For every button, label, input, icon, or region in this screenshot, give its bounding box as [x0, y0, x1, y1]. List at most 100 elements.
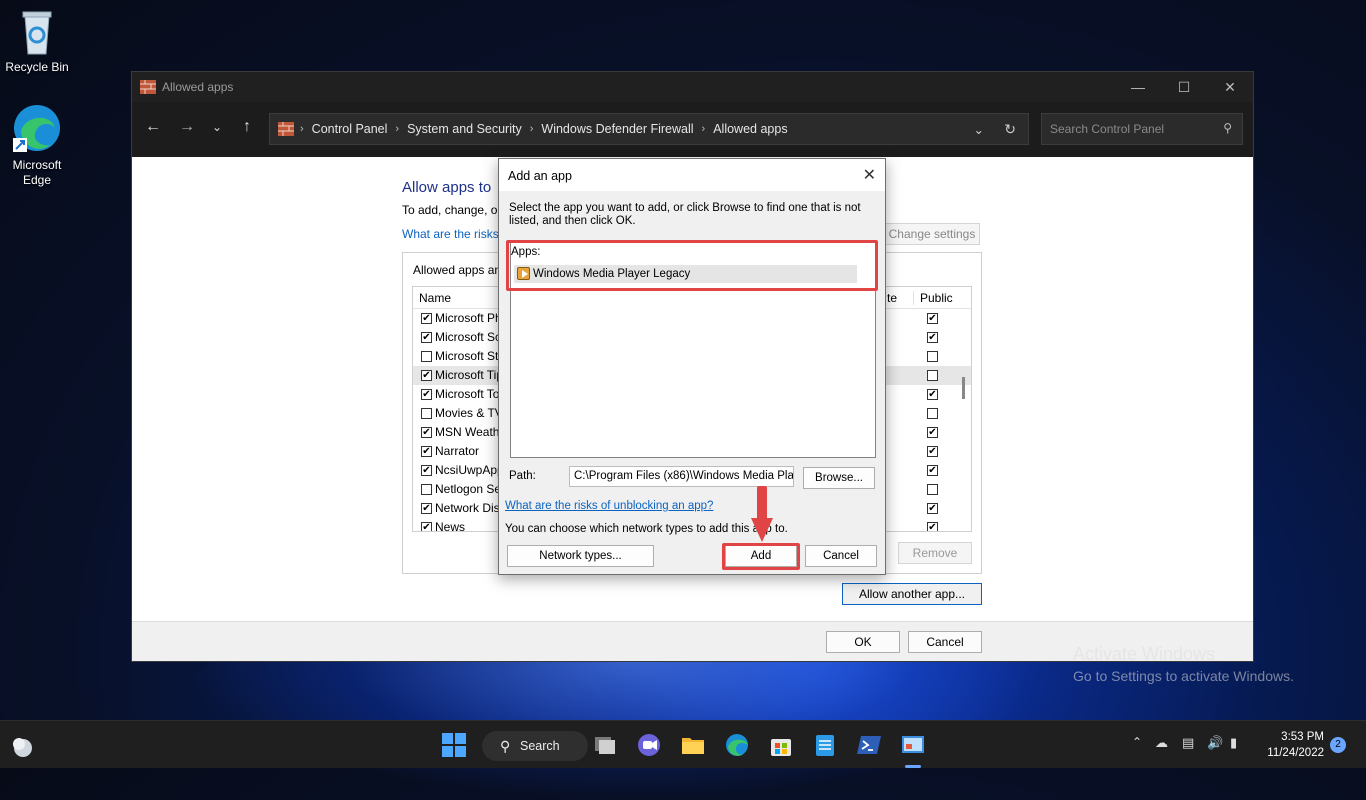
dialog-description: Select the app you want to add, or click… [509, 202, 861, 227]
recent-locations-chevron-icon[interactable]: ⌄ [206, 120, 228, 134]
browse-button[interactable]: Browse... [803, 467, 875, 489]
app-enabled-checkbox[interactable]: ✔ [421, 332, 432, 343]
page-title: Allow apps to [402, 179, 492, 196]
cancel-button[interactable]: Cancel [908, 631, 982, 653]
public-checkbox[interactable]: ✔ [927, 427, 938, 438]
battery-icon[interactable]: ▮ [1230, 735, 1237, 751]
path-field[interactable]: C:\Program Files (x86)\Windows Media Pla… [569, 466, 794, 487]
recycle-bin-shortcut[interactable]: Recycle Bin [0, 8, 74, 75]
app-enabled-checkbox[interactable]: ✔ [421, 313, 432, 324]
back-arrow-icon[interactable]: ← [142, 118, 164, 136]
app-row-name: Microsoft Sc [435, 330, 502, 344]
network-display-icon[interactable]: ▤ [1182, 735, 1194, 751]
store-icon[interactable] [768, 732, 794, 758]
public-checkbox[interactable]: ✔ [927, 389, 938, 400]
activation-watermark-title: Activate Windows [1073, 644, 1216, 664]
breadcrumb-allowed-apps[interactable]: Allowed apps [713, 122, 787, 136]
app-row-name: Microsoft Tip [435, 368, 504, 382]
onedrive-cloud-icon[interactable]: ☁ [1155, 735, 1168, 751]
app-enabled-checkbox[interactable]: ✔ [421, 522, 432, 531]
column-public[interactable]: Public [913, 291, 953, 305]
app-row-name: Netlogon Se [435, 482, 502, 496]
taskbar-search-label: Search [520, 739, 560, 753]
app-row-name: Narrator [435, 444, 480, 458]
tray-overflow-chevron-icon[interactable]: ⌃ [1132, 735, 1142, 749]
app-enabled-checkbox[interactable] [421, 484, 432, 495]
unblock-risks-link[interactable]: What are the risks of unblocking an app? [505, 500, 713, 512]
app-enabled-checkbox[interactable]: ✔ [421, 503, 432, 514]
start-windows-icon[interactable] [441, 732, 467, 758]
breadcrumb-control-panel[interactable]: Control Panel [312, 122, 388, 136]
app-row-name: Microsoft Ph [435, 311, 502, 325]
recycle-bin-icon [22, 11, 52, 55]
refresh-icon[interactable]: ↻ [1004, 121, 1016, 138]
notepad-icon[interactable] [812, 732, 838, 758]
app-row-name: NcsiUwpApp [435, 463, 504, 477]
taskbar-search[interactable]: ⚲ Search [482, 731, 588, 761]
remove-button[interactable]: Remove [898, 542, 972, 564]
powershell-icon[interactable] [856, 732, 882, 758]
edge-icon [13, 105, 60, 152]
close-button[interactable]: ✕ [1207, 79, 1253, 96]
app-enabled-checkbox[interactable]: ✔ [421, 389, 432, 400]
address-dropdown-icon[interactable]: ⌄ [974, 122, 984, 137]
edge-taskbar-icon[interactable] [724, 732, 750, 758]
weather-icon[interactable] [10, 733, 36, 759]
control-panel-taskbar-icon[interactable] [900, 732, 926, 758]
dialog-cancel-button[interactable]: Cancel [805, 545, 877, 567]
file-explorer-icon[interactable] [680, 732, 706, 758]
app-enabled-checkbox[interactable]: ✔ [421, 370, 432, 381]
change-settings-button[interactable]: Change settings [884, 223, 980, 245]
forward-arrow-icon[interactable]: → [176, 118, 198, 136]
address-bar[interactable]: › Control Panel › System and Security › … [269, 113, 1029, 145]
public-checkbox[interactable]: ✔ [927, 465, 938, 476]
dialog-close-icon[interactable]: ✕ [863, 165, 876, 185]
activation-watermark-note: Go to Settings to activate Windows. [1073, 668, 1294, 684]
public-checkbox[interactable]: ✔ [927, 313, 938, 324]
dialog-titlebar[interactable]: Add an app ✕ [499, 159, 885, 191]
up-arrow-icon[interactable]: ↑ [236, 118, 258, 136]
dialog-title: Add an app [508, 169, 572, 183]
taskbar: ⚲ Search ⌃ ☁ ▤ 🔊 ▮ 3:53 PM 11/24/2022 2 [0, 720, 1366, 768]
app-enabled-checkbox[interactable]: ✔ [421, 465, 432, 476]
public-checkbox[interactable] [927, 370, 938, 381]
app-enabled-checkbox[interactable] [421, 351, 432, 362]
public-checkbox[interactable]: ✔ [927, 332, 938, 343]
volume-icon[interactable]: 🔊 [1207, 735, 1223, 751]
navigation-bar: ← → ⌄ ↑ › Control Panel › System and Sec… [132, 102, 1253, 157]
table-scrollbar[interactable] [962, 377, 965, 399]
ok-button[interactable]: OK [826, 631, 900, 653]
public-checkbox[interactable]: ✔ [927, 446, 938, 457]
risks-link[interactable]: What are the risks [402, 227, 499, 241]
app-enabled-checkbox[interactable]: ✔ [421, 446, 432, 457]
search-icon[interactable]: ⚲ [1223, 121, 1232, 135]
taskbar-clock[interactable]: 3:53 PM 11/24/2022 [1262, 729, 1324, 761]
public-checkbox[interactable] [927, 351, 938, 362]
network-note: You can choose which network types to ad… [505, 523, 788, 535]
public-checkbox[interactable]: ✔ [927, 503, 938, 514]
add-app-dialog: Add an app ✕ Select the app you want to … [498, 158, 886, 575]
public-checkbox[interactable]: ✔ [927, 522, 938, 531]
edge-label: Microsoft Edge [12, 158, 62, 187]
edge-shortcut[interactable]: Microsoft Edge [0, 102, 74, 188]
window-titlebar[interactable]: Allowed apps — ☐ ✕ [132, 72, 1253, 102]
public-checkbox[interactable] [927, 484, 938, 495]
app-enabled-checkbox[interactable] [421, 408, 432, 419]
task-view-icon[interactable] [592, 732, 618, 758]
notification-badge[interactable]: 2 [1330, 737, 1346, 753]
search-control-panel-input[interactable]: Search Control Panel ⚲ [1041, 113, 1243, 145]
public-checkbox[interactable] [927, 408, 938, 419]
teams-chat-icon[interactable] [636, 732, 662, 758]
app-enabled-checkbox[interactable]: ✔ [421, 427, 432, 438]
minimize-button[interactable]: — [1115, 79, 1161, 96]
clock-time: 3:53 PM [1281, 731, 1324, 743]
maximize-button[interactable]: ☐ [1161, 79, 1207, 96]
breadcrumb-firewall[interactable]: Windows Defender Firewall [541, 122, 693, 136]
column-private[interactable]: te [887, 291, 897, 305]
app-row-name: Microsoft St [435, 349, 499, 363]
column-name[interactable]: Name [419, 291, 451, 305]
breadcrumb-system-security[interactable]: System and Security [407, 122, 522, 136]
address-firewall-icon [278, 122, 294, 136]
network-types-button[interactable]: Network types... [507, 545, 654, 567]
allow-another-app-button[interactable]: Allow another app... [842, 583, 982, 605]
